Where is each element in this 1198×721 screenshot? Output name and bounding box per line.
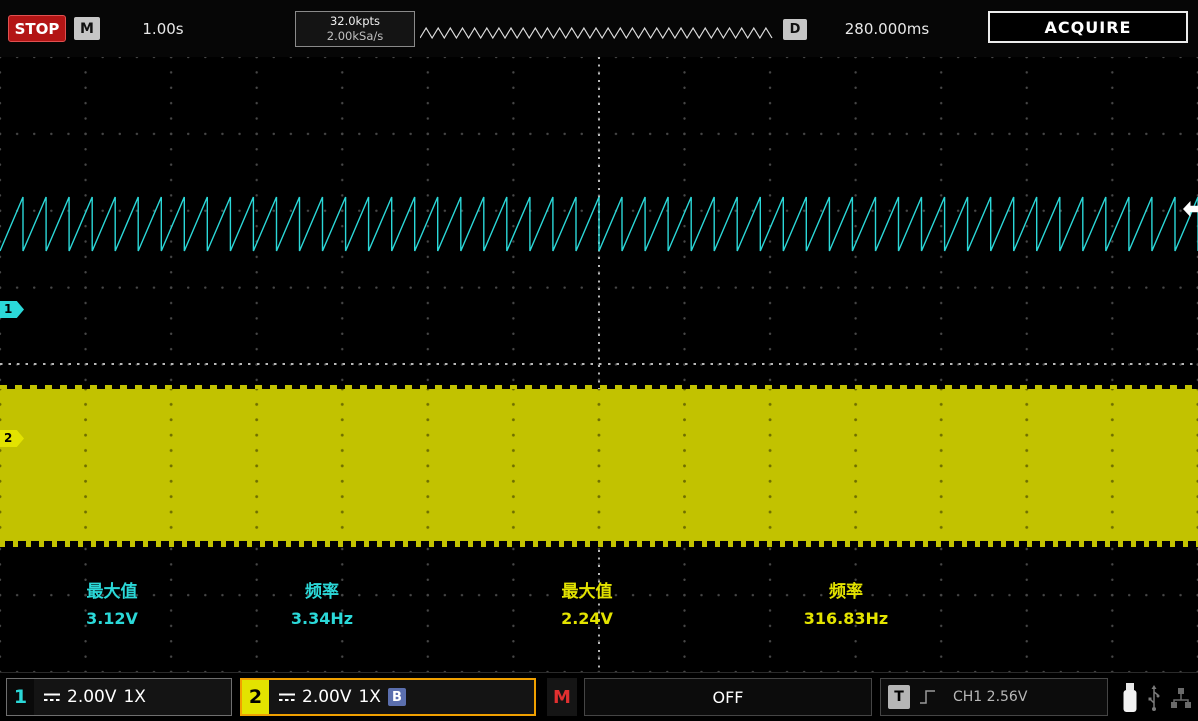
waveform-display: 1 2 最大值 3.12V 频率 3.34Hz 最大值 2.24V 频率 316… — [0, 57, 1198, 672]
delay-button[interactable]: D — [783, 19, 807, 40]
measurement-value: 3.34Hz — [290, 609, 354, 628]
measurement-ch2-frequency: 频率 316.83Hz — [766, 577, 926, 628]
channel2-status-box-selected[interactable]: 2 2.00V 1X B — [240, 678, 536, 716]
channel1-scale: 2.00V — [67, 687, 117, 707]
horizontal-mode-button[interactable]: M — [74, 17, 100, 40]
lan-icon — [1171, 687, 1191, 708]
measurement-label: 频率 — [829, 582, 863, 602]
bandwidth-limit-badge: B — [387, 688, 406, 706]
center-horizontal-gridline — [0, 363, 1198, 365]
measurement-label: 最大值 — [561, 582, 613, 602]
rising-edge-icon — [919, 687, 937, 707]
channel1-status-box[interactable]: 1 2.00V 1X — [6, 678, 232, 716]
acquire-menu-title[interactable]: ACQUIRE — [988, 11, 1188, 43]
usb-device-icon — [1123, 682, 1137, 712]
top-bar: STOP M 1.00s 32.0kpts 2.00kSa/s D 280.00… — [0, 0, 1198, 57]
peripheral-status-icons — [1122, 681, 1192, 714]
timebase-readout: 1.00s — [142, 20, 184, 38]
measurement-label: 频率 — [305, 582, 339, 602]
sample-rate: 2.00kSa/s — [326, 29, 384, 43]
channel2-number-badge: 2 — [242, 680, 269, 714]
acquisition-readout: 32.0kpts 2.00kSa/s — [295, 11, 415, 47]
channel1-number-badge: 1 — [7, 679, 34, 715]
dc-coupling-icon — [279, 693, 295, 701]
measurement-ch1-frequency: 频率 3.34Hz — [242, 577, 402, 628]
channel1-settings: 2.00V 1X — [34, 679, 163, 715]
measurement-value: 2.24V — [561, 609, 613, 628]
delay-readout: 280.000ms — [844, 20, 930, 38]
measurement-value: 3.12V — [86, 609, 138, 628]
preview-zigzag-icon — [419, 26, 773, 40]
trigger-source-readout: CH1 2.56V — [953, 689, 1028, 705]
memory-depth: 32.0kpts — [329, 14, 381, 28]
bottom-status-bar: 1 2.00V 1X 2 2.00V 1X B M OFF T CH1 2.56… — [0, 672, 1198, 721]
waveform-preview-strip — [419, 25, 775, 42]
measurement-value: 316.83Hz — [803, 609, 889, 628]
channel1-probe: 1X — [123, 687, 146, 707]
measurement-ch2-max: 最大值 2.24V — [507, 577, 667, 628]
measurement-ch1-max: 最大值 3.12V — [32, 577, 192, 628]
trigger-button[interactable]: T — [888, 685, 910, 709]
run-stop-button[interactable]: STOP — [8, 15, 66, 42]
measurement-label: 最大值 — [86, 582, 138, 602]
usb-host-icon — [1148, 684, 1160, 711]
channel2-waveform-band — [0, 385, 1198, 547]
trigger-info-box[interactable]: T CH1 2.56V — [880, 678, 1108, 716]
math-indicator[interactable]: M — [547, 678, 577, 716]
channel2-settings: 2.00V 1X B — [269, 680, 416, 714]
dc-coupling-icon — [44, 693, 60, 701]
channel2-scale: 2.00V — [302, 687, 352, 707]
channel2-probe: 1X — [358, 687, 381, 707]
trigger-status-box[interactable]: OFF — [584, 678, 872, 716]
